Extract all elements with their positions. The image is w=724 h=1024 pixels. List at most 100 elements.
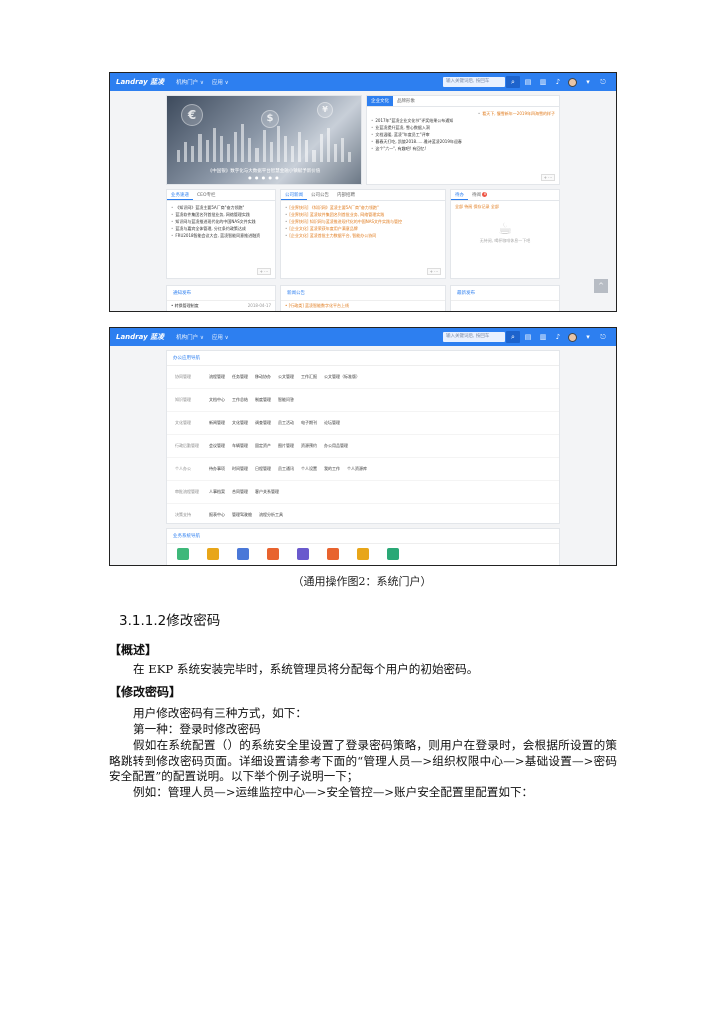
nav-link[interactable]: 文化管理: [232, 420, 248, 426]
tab-company-news[interactable]: 公司新闻: [281, 190, 307, 200]
list-item[interactable]: 《知识网》蓝凌主要5A厂商"奋力领跑": [171, 204, 271, 211]
nav-link[interactable]: 客户关系管理: [255, 489, 279, 495]
nav-portal[interactable]: 机构门户 ∨: [176, 78, 204, 86]
nav-link[interactable]: 时间管理: [232, 466, 248, 472]
dropdown-icon[interactable]: ▾: [581, 331, 595, 343]
list-item[interactable]: • [行政类] 蓝凌智能数字化平台上线: [281, 301, 445, 311]
nav-link[interactable]: 制度管理: [255, 397, 271, 403]
more-button[interactable]: + ···: [256, 268, 271, 275]
nav-link[interactable]: 图片管理: [278, 443, 294, 449]
nav-link[interactable]: 日程管理: [255, 466, 271, 472]
nav-link[interactable]: 报表中心: [209, 512, 225, 518]
tab-toread[interactable]: 待阅 8: [468, 190, 491, 200]
app-icon[interactable]: [297, 548, 309, 560]
nav-link[interactable]: 工作汇报: [301, 374, 317, 380]
nav-link[interactable]: 管理驾驶舱: [232, 512, 252, 518]
nav-link[interactable]: 固定资产: [255, 443, 271, 449]
search-input[interactable]: 输入关键词后, 按回车: [443, 77, 505, 87]
app-icon[interactable]: [357, 548, 369, 560]
list-item[interactable]: [企业文化] 蓝凌首批主力数据平台, 智能办公协同: [285, 232, 441, 239]
nav-apps[interactable]: 应用 ∨: [212, 78, 229, 86]
nav-link[interactable]: 公文管理（标准版）: [324, 374, 360, 380]
nav-link[interactable]: 新闻管理: [209, 420, 225, 426]
carousel-dots[interactable]: ● ● ● ● ●: [167, 175, 361, 180]
tab-todo[interactable]: 待办: [451, 190, 468, 200]
app-icon[interactable]: [207, 548, 219, 560]
nav-link[interactable]: 合同管理: [232, 489, 248, 495]
nav-link[interactable]: 办公用品管理: [324, 443, 348, 449]
list-item[interactable]: 暮春天打吃, 凯旋2018......雅诗蓝凌2019年迎春: [371, 138, 555, 145]
app-icon[interactable]: [327, 548, 339, 560]
app-icon[interactable]: [177, 548, 189, 560]
document-icon[interactable]: ▤: [521, 76, 535, 88]
figure-caption: （通用操作图2：系统门户）: [292, 575, 432, 588]
nav-link[interactable]: 待办事项: [209, 466, 225, 472]
tab-business[interactable]: 业务速递: [167, 190, 193, 200]
nav-link[interactable]: 流程分析工具: [259, 512, 283, 518]
nav-link[interactable]: 电子期刊: [301, 420, 317, 426]
logout-icon[interactable]: ⎋: [596, 76, 610, 88]
bell-icon[interactable]: ♪: [551, 331, 565, 343]
dropdown-icon[interactable]: ▾: [581, 76, 595, 88]
list-item[interactable]: 知识网与蓝凌推进现代化的中国NAS文件实践: [171, 218, 271, 225]
search-input[interactable]: 输入关键词后, 按回车: [443, 332, 505, 342]
tab-culture[interactable]: 企业文化: [367, 96, 393, 106]
list-item[interactable]: [企业文化] 蓝凌荣获年度用户满意品牌: [285, 225, 441, 232]
app-icon[interactable]: [267, 548, 279, 560]
avatar[interactable]: [568, 77, 577, 87]
nav-link[interactable]: 车辆管理: [232, 443, 248, 449]
nav-apps[interactable]: 应用 ∨: [212, 333, 229, 341]
chart-icon[interactable]: ▥: [536, 331, 550, 343]
list-item[interactable]: 2017年"蓝凌企业文化节"评奖结果公布通知: [371, 117, 555, 124]
nav-link[interactable]: 人事档案: [209, 489, 225, 495]
nav-link[interactable]: 公文管理: [278, 374, 294, 380]
tab-recruit[interactable]: 内部招聘: [333, 190, 359, 200]
tab-company-notice[interactable]: 公司公告: [307, 190, 333, 200]
tab-ceo[interactable]: CEO专栏: [193, 190, 220, 200]
list-item[interactable]: 这个"六一", 有趣吧! 有回忆!: [371, 145, 555, 152]
nav-link[interactable]: 流程管理: [209, 374, 225, 380]
list-item[interactable]: 蓝凌与嘉宾全体管理, 分红条约政策达成: [171, 225, 271, 232]
panel-title: 最新发布: [451, 286, 559, 301]
nav-link[interactable]: 资源预约: [301, 443, 317, 449]
list-item[interactable]: FRU2018智能会议大会, 蓝凌智能同意推进融资: [171, 232, 271, 239]
search-icon[interactable]: ⌕: [506, 331, 520, 343]
nav-link[interactable]: 个人资源库: [347, 466, 367, 472]
method-one-description: 假如在系统配置（）的系统安全里设置了登录密码策略，则用户在登录时，会根据所设置的…: [109, 738, 617, 784]
banner-image[interactable]: € $ ¥ 《中国银》数字化与大数据平台智慧金融小镇赋予新价值 ● ● ● ● …: [166, 95, 362, 185]
nav-link[interactable]: 员工通讯: [278, 466, 294, 472]
list-item[interactable]: 业蓝凌提升蓝凌, 雪心数据入洞: [371, 124, 555, 131]
nav-portal[interactable]: 机构门户 ∨: [176, 333, 204, 341]
chart-icon[interactable]: ▥: [536, 76, 550, 88]
nav-link[interactable]: 会议管理: [209, 443, 225, 449]
bell-icon[interactable]: ♪: [551, 76, 565, 88]
list-item[interactable]: • 转换管理制度: [171, 303, 199, 308]
nav-link[interactable]: 移动协办: [255, 374, 271, 380]
app-icon[interactable]: [237, 548, 249, 560]
nav-link[interactable]: 个人设置: [301, 466, 317, 472]
document-icon[interactable]: ▤: [521, 331, 535, 343]
more-button[interactable]: + ···: [426, 268, 441, 275]
nav-link[interactable]: 文档中心: [209, 397, 225, 403]
list-item[interactable]: 文档温暖, 蓝凌"年度员工"评审: [371, 131, 555, 138]
more-button[interactable]: + ···: [540, 174, 555, 181]
nav-link[interactable]: 智能问答: [278, 397, 294, 403]
list-item[interactable]: 看天下, 慢雪新年一2019年四海雪的样子: [371, 110, 555, 117]
app-icon[interactable]: [387, 548, 399, 560]
nav-link[interactable]: 我的工作: [324, 466, 340, 472]
nav-link[interactable]: 调查管理: [255, 420, 271, 426]
nav-link[interactable]: 任务管理: [232, 374, 248, 380]
nav-link[interactable]: 工作总结: [232, 397, 248, 403]
avatar[interactable]: [568, 332, 577, 342]
list-item[interactable]: [业界快讯] 知识网与蓝凌推进现代化的中国NAS文件实践与管控: [285, 218, 441, 225]
list-item[interactable]: 蓝凌软件集团名列首批业务, 网络管理实践: [171, 211, 271, 218]
list-item[interactable]: [业界快讯] 《知识网》蓝凌主要5A厂商"奋力领跑": [285, 204, 441, 211]
list-item[interactable]: [业界快讯] 蓝凌软件集团名列首批业务, 网络管理实践: [285, 211, 441, 218]
nav-link[interactable]: 论坛管理: [324, 420, 340, 426]
search-icon[interactable]: ⌕: [506, 76, 520, 88]
scroll-top-button[interactable]: ^: [594, 279, 608, 293]
logout-icon[interactable]: ⎋: [596, 331, 610, 343]
todo-filter[interactable]: 全部 待阅 保存记录 全部: [451, 201, 559, 213]
tab-brand[interactable]: 品牌形象: [393, 96, 419, 106]
nav-link[interactable]: 员工活动: [278, 420, 294, 426]
